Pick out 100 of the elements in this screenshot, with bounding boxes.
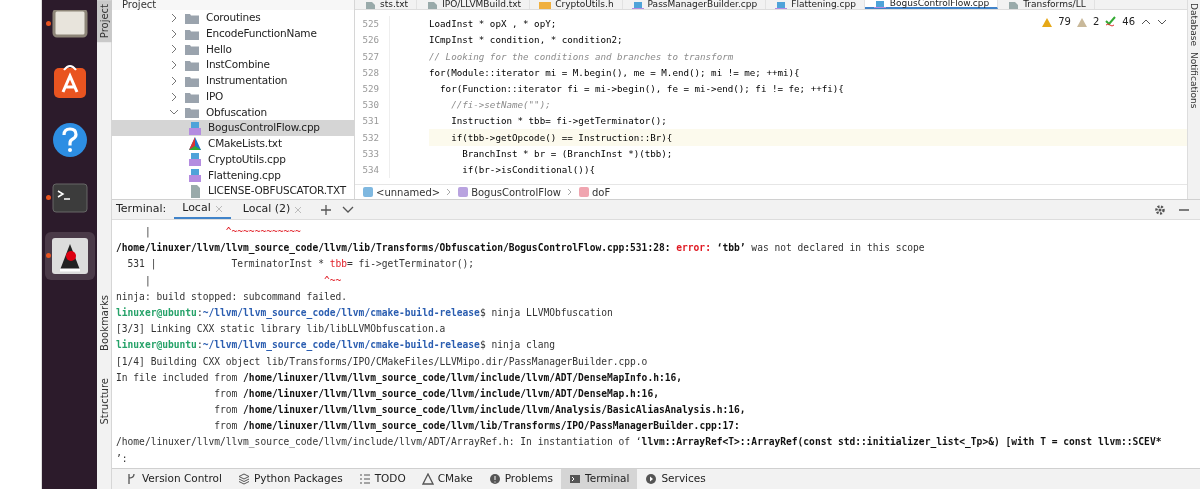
breadcrumb[interactable]: <unnamed> <box>363 184 441 200</box>
tool-window-button[interactable]: CMake <box>413 469 481 489</box>
tool-window-tab[interactable]: Bookmarks <box>97 290 112 355</box>
namespace-icon <box>363 187 373 197</box>
cpp-file-icon <box>630 0 645 9</box>
cpp-file-icon <box>188 120 202 136</box>
terminal-line: from /home/linuxer/llvm/llvm_source_code/llvm/include/llvm/Analysis/BasicAliasAnalysis.h:16, <box>213 403 747 418</box>
alert-icon <box>488 473 501 485</box>
tool-window-button[interactable]: Version Control <box>118 469 230 489</box>
line-number: 532 <box>361 130 380 145</box>
dock-item[interactable] <box>44 232 95 280</box>
code-line: LoadInst * opX , * opY; <box>429 17 557 32</box>
tool-window-button[interactable]: TODO <box>350 469 414 489</box>
code-line: if(br->isConditional()){ <box>461 162 595 177</box>
play-icon <box>645 473 658 485</box>
typo-count[interactable]: 46 <box>1122 14 1135 29</box>
triangle-logo-icon <box>188 136 202 152</box>
tree-item[interactable]: EncodeFunctionName <box>112 25 354 42</box>
terminal-tab[interactable]: Local (2) <box>234 200 311 219</box>
triangle-icon <box>421 473 434 485</box>
tool-window-button[interactable]: Terminal <box>561 469 638 489</box>
line-number: 534 <box>361 162 380 177</box>
tool-window-button[interactable]: Python Packages <box>229 469 351 489</box>
text-file-icon <box>1006 0 1021 9</box>
terminal-line: 531 | TerminatorInst * tbb= fi->getTerminator(); <box>126 257 476 272</box>
warning-icon <box>1042 16 1053 27</box>
tool-window-button[interactable]: Problems <box>480 469 562 489</box>
code-comment: //fi->setName(""); <box>450 98 551 113</box>
line-number: 528 <box>361 65 380 80</box>
header-file-icon <box>538 0 553 9</box>
terminal-line: linuxer@ubuntu:~/llvm/llvm_source_code/llvm/cmake-build-release$ ninja clang <box>116 338 556 353</box>
breadcrumb[interactable]: doF <box>579 184 611 200</box>
function-icon <box>579 187 589 197</box>
tree-item[interactable]: LICENSE-OBFUSCATOR.TXT <box>112 183 354 199</box>
tool-window-tab[interactable]: Structure <box>97 374 112 429</box>
tool-window-tab[interactable]: Database <box>1188 0 1200 49</box>
tool-window-tab[interactable]: Project <box>97 0 112 43</box>
line-number: 531 <box>361 114 380 129</box>
branch-icon <box>126 473 138 485</box>
editor-tab[interactable]: CryptoUtils.h <box>530 0 623 9</box>
folder-icon <box>184 58 200 73</box>
mascot-icon <box>49 236 90 276</box>
tool-window-button[interactable]: Services <box>637 469 714 489</box>
tree-item[interactable]: Instrumentation <box>112 73 354 89</box>
chevron-up-icon[interactable] <box>1141 17 1151 26</box>
editor-tab[interactable]: PassManagerBuilder.cpp <box>622 0 767 9</box>
breadcrumb[interactable]: BogusControlFlow <box>458 184 561 200</box>
line-number: 527 <box>361 49 380 64</box>
terminal-line: from /home/linuxer/llvm/llvm_source_code/llvm/lib/Transforms/IPO/PassManagerBuilder.cpp:17: <box>213 419 741 434</box>
code-line: Instruction * tbb= fi->getTerminator(); <box>450 114 667 129</box>
line-number: 526 <box>361 33 380 48</box>
chevron-down-icon[interactable] <box>1157 17 1167 26</box>
tree-item[interactable]: Hello <box>112 41 354 58</box>
tree-item[interactable]: BogusControlFlow.cpp <box>112 120 354 136</box>
cpp-file-icon <box>188 167 202 183</box>
tree-item[interactable]: Flattening.cpp <box>112 167 354 184</box>
tree-item[interactable]: Coroutines <box>112 10 354 26</box>
text-file-icon <box>425 0 440 9</box>
terminal-line: [1/4] Building CXX object lib/Transforms/IPO/CMakeFiles/LLVMipo.dir/PassManagerBuilder.cpp.o <box>116 354 649 369</box>
terminal-line: from /home/linuxer/llvm/llvm_source_code/llvm/include/llvm/ADT/DenseMap.h:16, <box>213 386 660 402</box>
terminal-icon <box>569 473 582 485</box>
tree-item[interactable]: CryptoUtils.cpp <box>112 151 354 168</box>
code-line: ICmpInst * condition, * condition2; <box>429 33 623 48</box>
panel-title: Terminal: <box>116 201 168 218</box>
plus-icon[interactable] <box>320 203 333 216</box>
settings-icon[interactable] <box>1154 203 1166 216</box>
cpp-file-icon <box>774 0 789 9</box>
terminal-line: ’: <box>116 451 129 466</box>
line-number: 525 <box>361 17 380 31</box>
text-file-icon <box>363 0 377 9</box>
chevron-down-icon[interactable] <box>342 205 355 214</box>
terminal-line: linuxer@ubuntu:~/llvm/llvm_source_code/llvm/cmake-build-release$ ninja LLVMObfuscation <box>116 305 614 321</box>
struct-icon <box>458 187 469 197</box>
tool-window-tab[interactable]: Notifications <box>1188 48 1200 112</box>
tree-item[interactable]: CMakeLists.txt <box>112 136 354 152</box>
code-comment: // Looking for the conditions and branches to transform <box>429 49 734 64</box>
tree-item[interactable]: Obfuscation <box>112 104 354 121</box>
tree-item[interactable]: IPO <box>112 88 354 105</box>
tree-item[interactable]: InstCombine <box>112 57 354 73</box>
terminal-tab[interactable]: Local <box>174 200 231 219</box>
code-line: for(Function::iterator fi = mi->begin(), fe = mi->end(); fi != fe; ++fi){ <box>439 81 844 96</box>
folder-icon <box>184 42 200 57</box>
cpp-file-icon <box>188 152 202 168</box>
editor-tab[interactable]: Transforms/LL <box>998 0 1095 9</box>
layers-icon <box>237 473 250 485</box>
terminal-line: ninja: build stopped: subcommand failed. <box>116 289 349 304</box>
code-line: BranchInst * br = (BranchInst *)(tbb); <box>461 146 673 161</box>
editor-tab[interactable]: sts.txt <box>355 0 418 9</box>
editor-tab[interactable]: BogusControlFlow.cpp <box>864 0 999 9</box>
chevron-right-icon <box>567 188 573 196</box>
warning-count[interactable]: 79 <box>1058 14 1071 29</box>
line-number: 533 <box>361 146 380 161</box>
terminal-line: | ^~~~~~~~~~~~~ <box>143 225 302 240</box>
list-icon <box>358 473 371 485</box>
line-number: 530 <box>361 98 380 112</box>
weak-warning-count[interactable]: 2 <box>1092 14 1100 29</box>
editor-tab[interactable]: Flattening.cpp <box>766 0 865 9</box>
terminal-line: /home/linuxer/llvm/llvm_source_code/llvm/include/llvm/ADT/ArrayRef.h: In instantiation of ‘llvm::ArrayRef<T>::ArrayRef(const std::initializer_list<_Tp>&) [with T = const llvm::SCEV* <box>116 435 1163 450</box>
editor-tab[interactable]: IPO/LLVMBuild.txt <box>417 0 531 9</box>
warning-icon <box>1076 16 1087 27</box>
